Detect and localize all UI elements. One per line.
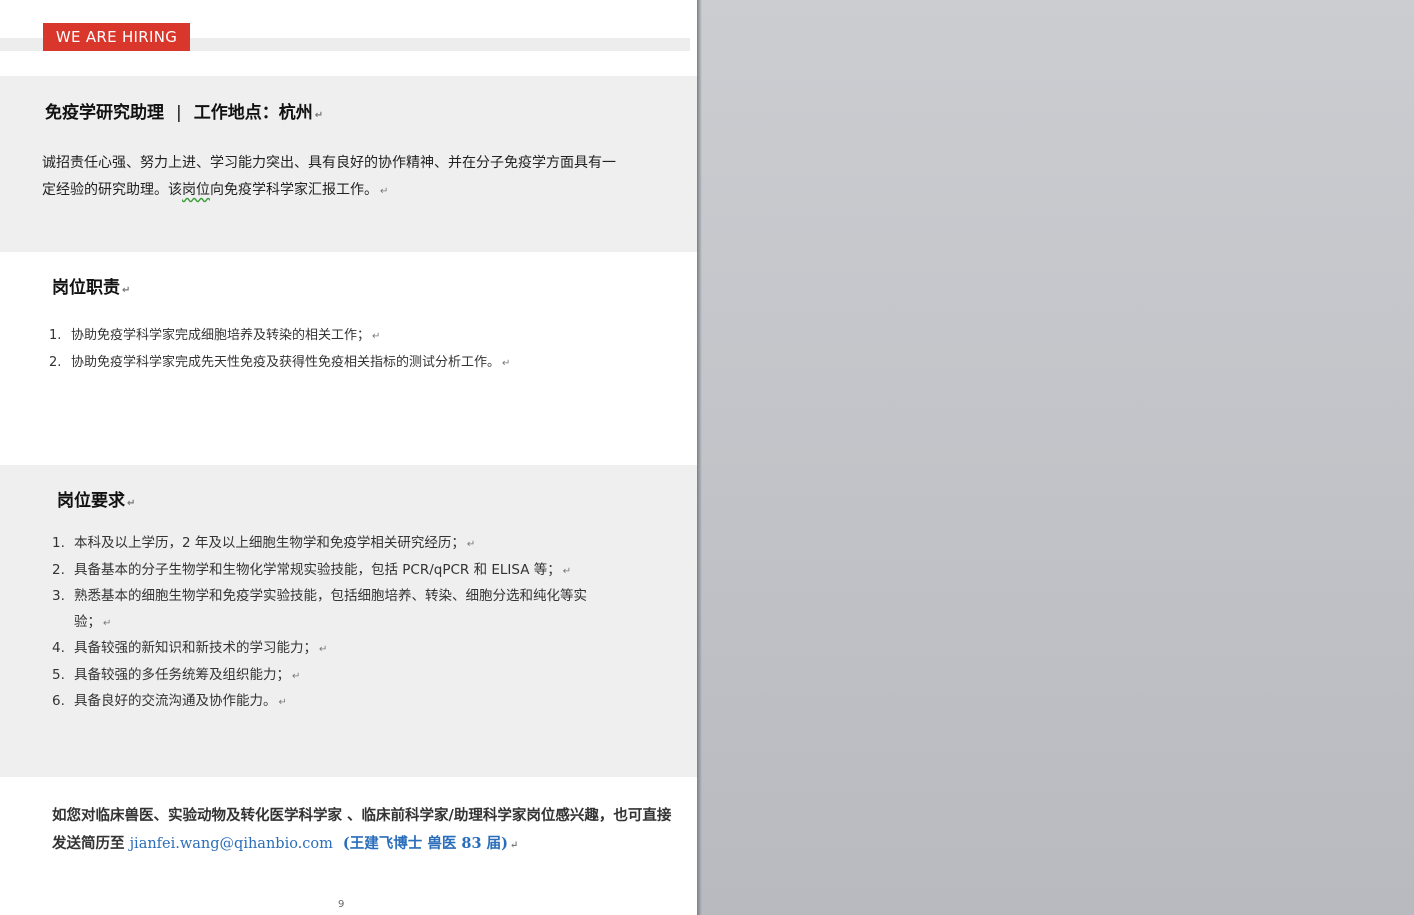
list-item-text: 本科及以上学历，2 年及以上细胞生物学和免疫学相关研究经历； bbox=[74, 535, 465, 551]
paragraph-mark: ↵ bbox=[509, 840, 519, 851]
document-page: WE ARE HIRING ↲ 免疫学研究助理|工作地点：杭州↵ 诚招责任心强、… bbox=[0, 0, 697, 915]
list-number: 6. bbox=[52, 693, 65, 709]
paragraph-mark: ↵ bbox=[122, 285, 131, 296]
paragraph-mark: ↵ bbox=[380, 186, 389, 197]
duties-title[interactable]: 岗位职责 ↵ bbox=[52, 273, 130, 298]
list-item[interactable]: 5. 具备较强的多任务统筹及组织能力； ↵ bbox=[52, 663, 612, 690]
list-number: 3. bbox=[52, 588, 65, 604]
list-item[interactable]: 1. 协助免疫学科学家完成细胞培养及转染的相关工作； ↵ bbox=[49, 323, 510, 350]
title-separator: | bbox=[176, 103, 182, 123]
intro-line-2-start: 定经验的研究助理。该 bbox=[42, 182, 182, 198]
list-item[interactable]: 2. 协助免疫学科学家完成先天性免疫及获得性免疫相关指标的测试分析工作。 ↵ bbox=[49, 350, 510, 377]
paragraph-mark: ↵ bbox=[502, 358, 511, 369]
duties-list: 1. 协助免疫学科学家完成细胞培养及转染的相关工作； ↵ 2. 协助免疫学科学家完成先… bbox=[49, 323, 510, 377]
paragraph-mark: ↵ bbox=[466, 539, 476, 550]
contact-paragraph[interactable]: 如您对临床兽医、实验动物及转化医学科学家 、临床前科学家/助理科学家岗位感兴趣，… bbox=[52, 802, 677, 860]
paragraph-mark: ↵ bbox=[278, 697, 287, 708]
paragraph-mark: ↵ bbox=[372, 331, 381, 342]
list-number: 1. bbox=[49, 328, 62, 343]
email-link[interactable]: jianfei.wang@qihanbio.com bbox=[130, 836, 333, 852]
intro-section: 免疫学研究助理 | 工作地点：杭州 ↵ 诚招责任心强、努力上进、学习能力突出、具有良好… bbox=[0, 76, 697, 252]
list-item[interactable]: 2. 具备基本的分子生物学和生物化学常规实验技能，包括 PCR/qPCR 和 EL… bbox=[52, 558, 612, 585]
requirements-title-text: 岗位要求 bbox=[57, 491, 125, 511]
list-item[interactable]: 4. 具备较强的新知识和新技术的学习能力； ↵ bbox=[52, 636, 612, 663]
list-item-text: 协助免疫学科学家完成细胞培养及转染的相关工作； bbox=[71, 328, 371, 343]
list-item-text: 熟悉基本的细胞生物学和免疫学实验技能，包括细胞培养、转染、细胞分选和纯化等实验； bbox=[74, 588, 587, 630]
list-number: 2. bbox=[49, 355, 62, 370]
list-item-text: 具备良好的交流沟通及协作能力。 bbox=[74, 693, 277, 709]
position-name: 免疫学研究助理 bbox=[45, 103, 164, 123]
list-item-text: 具备较强的新知识和新技术的学习能力； bbox=[74, 640, 317, 656]
page-number: 9 bbox=[338, 899, 345, 910]
contact-line-1: 如您对临床兽医、实验动物及转化医学科学家 、临床前科学家/助理科学家岗位感兴趣，… bbox=[52, 807, 672, 824]
paragraph-mark: ↵ bbox=[103, 617, 112, 629]
requirements-section: 岗位要求 ↵ 1. 本科及以上学历，2 年及以上细胞生物学和免疫学相关研究经历； ↵ … bbox=[0, 465, 697, 777]
duties-section: 岗位职责 ↵ 1. 协助免疫学科学家完成细胞培养及转染的相关工作； ↵ 2. 协助免疫学… bbox=[0, 252, 697, 465]
list-number: 2. bbox=[52, 561, 65, 578]
list-item[interactable]: 1. 本科及以上学历，2 年及以上细胞生物学和免疫学相关研究经历； ↵ bbox=[52, 531, 612, 558]
paragraph-mark: ↵ bbox=[314, 110, 324, 121]
work-location: 工作地点：杭州 bbox=[193, 103, 313, 123]
list-number: 1. bbox=[52, 535, 65, 551]
contact-prefix: 发送简历至 bbox=[52, 835, 125, 852]
paragraph-mark: ↵ bbox=[319, 644, 328, 655]
job-title[interactable]: 免疫学研究助理 | 工作地点：杭州 ↵ bbox=[45, 98, 323, 123]
workspace-background bbox=[697, 0, 1414, 915]
requirements-list: 1. 本科及以上学历，2 年及以上细胞生物学和免疫学相关研究经历； ↵ 2. 具备基本… bbox=[52, 531, 612, 716]
intro-line-1: 诚招责任心强、努力上进、学习能力突出、具有良好的协作精神、并在分子免疫学方面具有… bbox=[42, 155, 616, 171]
paragraph-mark: ↵ bbox=[127, 498, 136, 509]
contact-signature: (王建飞博士 兽医 83 届) bbox=[342, 835, 508, 852]
list-item-text: 协助免疫学科学家完成先天性免疫及获得性免疫相关指标的测试分析工作。 bbox=[71, 355, 501, 370]
intro-line-2-end: 向免疫学科学家汇报工作。 bbox=[210, 182, 378, 198]
paragraph-mark: ↵ bbox=[562, 565, 572, 577]
list-item[interactable]: 3. 熟悉基本的细胞生物学和免疫学实验技能，包括细胞培养、转染、细胞分选和纯化等实… bbox=[52, 584, 612, 636]
list-item-text: 具备较强的多任务统筹及组织能力； bbox=[74, 666, 290, 683]
requirements-title[interactable]: 岗位要求 ↵ bbox=[57, 486, 135, 511]
hiring-tag: WE ARE HIRING bbox=[43, 23, 190, 51]
intro-paragraph[interactable]: 诚招责任心强、努力上进、学习能力突出、具有良好的协作精神、并在分子免疫学方面具有… bbox=[42, 150, 637, 205]
intro-line-2: 定经验的研究助理。该岗位向免疫学科学家汇报工作。 ↵ bbox=[42, 177, 637, 205]
page-shadow bbox=[697, 0, 702, 915]
list-number: 4. bbox=[52, 640, 65, 656]
contact-line-2: 发送简历至 jianfei.wang@qihanbio.com (王建飞博士 兽医… bbox=[52, 830, 677, 860]
list-item-text: 具备基本的分子生物学和生物化学常规实验技能，包括 PCR/qPCR 和 ELIS… bbox=[74, 561, 561, 578]
list-number: 5. bbox=[52, 666, 65, 683]
paragraph-mark: ↵ bbox=[292, 670, 301, 682]
grammar-flag-word[interactable]: 岗位 bbox=[182, 182, 210, 198]
list-item[interactable]: 6. 具备良好的交流沟通及协作能力。 ↵ bbox=[52, 689, 612, 716]
duties-title-text: 岗位职责 bbox=[52, 278, 120, 298]
